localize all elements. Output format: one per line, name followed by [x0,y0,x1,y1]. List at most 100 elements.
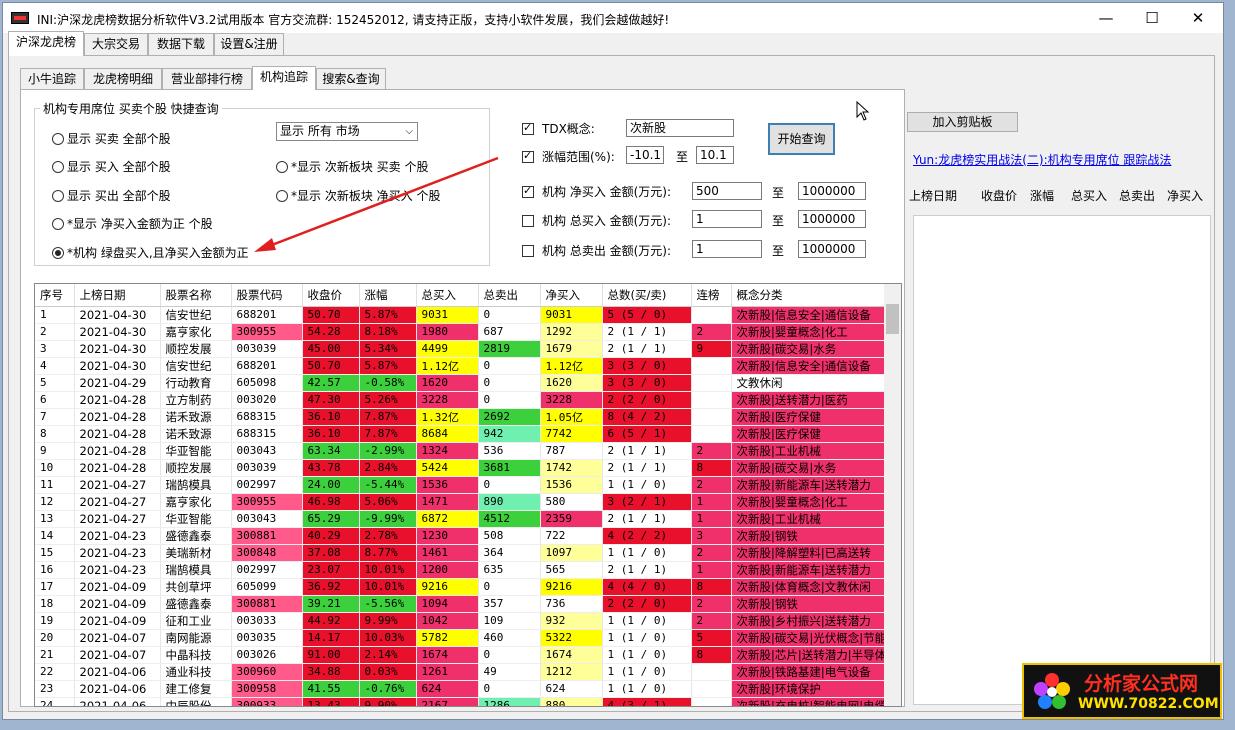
cell-col-streak [691,680,732,698]
cell-col-name: 通业科技 [160,663,232,681]
right-detail-grid [913,215,1211,705]
table-row[interactable]: 1 2021-04-30 信安世纪 688201 50.70 5.87% 9031 0 9031… [35,306,888,324]
cell-col-close: 65.29 [302,510,360,528]
tdx-concept-input[interactable]: 次新股 [626,119,734,137]
table-row[interactable]: 7 2021-04-28 诺禾致源 688315 36.10 7.87% 1.32亿 2692… [35,408,888,426]
header-col-count[interactable]: 总数(买/卖) [602,284,692,307]
cell-col-count: 4 (3 / 1) [602,697,692,706]
tab-data-download[interactable]: 数据下载 [148,33,214,55]
buy-to-input[interactable]: 1000000 [798,210,866,228]
title-bar[interactable]: INI:沪深龙虎榜数据分析软件V3.2试用版本 官方交流群: 152452012… [3,3,1223,33]
sell-to-input[interactable]: 1000000 [798,240,866,258]
scroll-thumb[interactable] [886,304,899,334]
cell-col-date: 2021-04-28 [74,391,161,409]
table-row[interactable]: 16 2021-04-23 瑞鹄模具 002997 23.07 10.01% 1200 635… [35,561,888,579]
header-col-close[interactable]: 收盘价 [302,284,360,307]
table-row[interactable]: 17 2021-04-09 共创草坪 605099 36.92 10.01% 9216 0 92… [35,578,888,596]
maximize-button[interactable]: ☐ [1129,3,1175,33]
header-col-net[interactable]: 净买入 [540,284,603,307]
header-col-streak[interactable]: 连榜 [691,284,732,307]
header-col-sell[interactable]: 总卖出 [478,284,541,307]
radio-all-sell[interactable]: 显示 买出 全部个股 [52,187,171,204]
cell-col-concept: 次新股|钢铁 [731,527,888,545]
table-row[interactable]: 3 2021-04-30 顺控发展 003039 45.00 5.34% 4499 2819 1… [35,340,888,358]
table-row[interactable]: 13 2021-04-27 华亚智能 003043 65.29 -9.99% 6872 451… [35,510,888,528]
header-col-buy[interactable]: 总买入 [416,284,479,307]
check-tdx[interactable]: TDX概念: [522,120,595,137]
table-row[interactable]: 5 2021-04-29 行动教育 605098 42.57 -0.58% 1620 0 162… [35,374,888,392]
strategy-link[interactable]: Yun:龙虎榜实用战法(二):机构专用席位 跟踪战法 [913,151,1171,168]
cell-col-change: -0.58% [359,374,417,392]
table-row[interactable]: 4 2021-04-30 信安世纪 688201 50.70 5.87% 1.12亿 0 1.1… [35,357,888,375]
cell-col-date: 2021-04-28 [74,459,161,477]
table-row[interactable]: 23 2021-04-06 建工修复 300958 41.55 -0.76% 624 0 624… [35,680,888,698]
cell-col-name: 南网能源 [160,629,232,647]
header-col-change[interactable]: 涨幅 [359,284,417,307]
table-row[interactable]: 24 2021-04-06 中辰股份 300933 13.43 9.90% 2167 1286… [35,697,888,706]
cell-col-count: 2 (1 / 1) [602,442,692,460]
cell-col-concept: 次新股|铁路基建|电气设备 [731,663,888,681]
check-range[interactable]: 涨幅范围(%): [522,148,615,165]
tab-settings[interactable]: 设置&注册 [214,33,284,55]
radio-all-buy[interactable]: 显示 买入 全部个股 [52,158,171,175]
header-col-code[interactable]: 股票代码 [231,284,303,307]
sell-from-input[interactable]: 1 [692,240,762,258]
net-to-input[interactable]: 1000000 [798,182,866,200]
grid-scrollbar[interactable] [884,284,901,706]
tab-institution[interactable]: 机构追踪 [252,66,316,90]
table-row[interactable]: 6 2021-04-28 立方制药 003020 47.30 5.26% 3228 0 3228… [35,391,888,409]
table-row[interactable]: 12 2021-04-27 嘉亨家化 300955 46.98 5.06% 1471 890 5… [35,493,888,511]
cell-col-count: 2 (2 / 0) [602,595,692,613]
table-row[interactable]: 15 2021-04-23 美瑞新材 300848 37.08 8.77% 1461 364 1… [35,544,888,562]
market-select[interactable]: 显示 所有 市场 ⌵ [276,122,418,141]
range-from-input[interactable]: -10.1 [626,146,664,164]
close-button[interactable]: ✕ [1175,3,1221,33]
buy-from-input[interactable]: 1 [692,210,762,228]
header-col-concept[interactable]: 概念分类 [731,284,888,307]
check-total-buy[interactable]: 机构 总买入 金额(万元): [522,212,671,229]
cell-col-streak [691,357,732,375]
tab-longhubang[interactable]: 沪深龙虎榜 [8,31,84,56]
cell-col-concept: 次新股|体育概念|文教休闲 [731,578,888,596]
header-col-index[interactable]: 序号 [35,284,75,307]
tab-branch-rank[interactable]: 营业部排行榜 [162,68,252,89]
start-query-button[interactable]: 开始查询 [768,123,835,155]
table-row[interactable]: 2 2021-04-30 嘉亨家化 300955 54.28 8.18% 1980 687 12… [35,323,888,341]
radio-green-buy[interactable]: *机构 绿盘买入,且净买入金额为正 [52,244,249,261]
table-row[interactable]: 14 2021-04-23 盛德鑫泰 300881 40.29 2.78% 1230 508 7… [35,527,888,545]
cell-col-date: 2021-04-23 [74,527,161,545]
tab-xiaoniu[interactable]: 小牛追踪 [20,68,84,89]
cell-col-date: 2021-04-28 [74,442,161,460]
tab-block-trade[interactable]: 大宗交易 [84,33,148,55]
table-row[interactable]: 21 2021-04-07 中晶科技 003026 91.00 2.14% 1674 0 167… [35,646,888,664]
net-to-label: 至 [772,186,785,200]
cell-col-sell: 357 [478,595,541,613]
cell-col-concept: 次新股|送转潜力|医药 [731,391,888,409]
table-row[interactable]: 8 2021-04-28 诺禾致源 688315 36.10 7.87% 8684 942 77… [35,425,888,443]
table-row[interactable]: 9 2021-04-28 华亚智能 003043 63.34 -2.99% 1324 536 7… [35,442,888,460]
cell-col-change: 7.87% [359,425,417,443]
table-row[interactable]: 22 2021-04-06 通业科技 300960 34.88 0.03% 1261 49 12… [35,663,888,681]
table-row[interactable]: 18 2021-04-09 盛德鑫泰 300881 39.21 -5.56% 1094 357… [35,595,888,613]
radio-label: 显示 买出 全部个股 [67,189,171,203]
table-row[interactable]: 10 2021-04-28 顺控发展 003039 43.78 2.84% 5424 3681… [35,459,888,477]
header-col-name[interactable]: 股票名称 [160,284,232,307]
check-total-sell[interactable]: 机构 总卖出 金额(万元): [522,242,671,259]
range-to-input[interactable]: 10.1 [696,146,734,164]
minimize-button[interactable]: — [1083,3,1129,33]
table-row[interactable]: 20 2021-04-07 南网能源 003035 14.17 10.03% 5782 460… [35,629,888,647]
cell-col-code: 003043 [231,442,303,460]
net-from-input[interactable]: 500 [692,182,762,200]
radio-net-positive[interactable]: *显示 净买入金额为正 个股 [52,215,213,232]
table-row[interactable]: 19 2021-04-09 征和工业 003033 44.92 9.99% 1042 109 9… [35,612,888,630]
tab-detail[interactable]: 龙虎榜明细 [84,68,162,89]
cell-col-count: 2 (1 / 1) [602,323,692,341]
radio-all-trade[interactable]: 显示 买卖 全部个股 [52,130,171,147]
check-net-buy[interactable]: 机构 净买入 金额(万元): [522,183,671,200]
add-clipboard-button[interactable]: 加入剪贴板 [907,112,1018,132]
header-col-date[interactable]: 上榜日期 [74,284,161,307]
cell-col-count: 1 (1 / 0) [602,663,692,681]
tab-search[interactable]: 搜索&查询 [316,68,386,89]
table-row[interactable]: 11 2021-04-27 瑞鹄模具 002997 24.00 -5.44% 1536 0 15… [35,476,888,494]
cell-col-count: 6 (5 / 1) [602,425,692,443]
